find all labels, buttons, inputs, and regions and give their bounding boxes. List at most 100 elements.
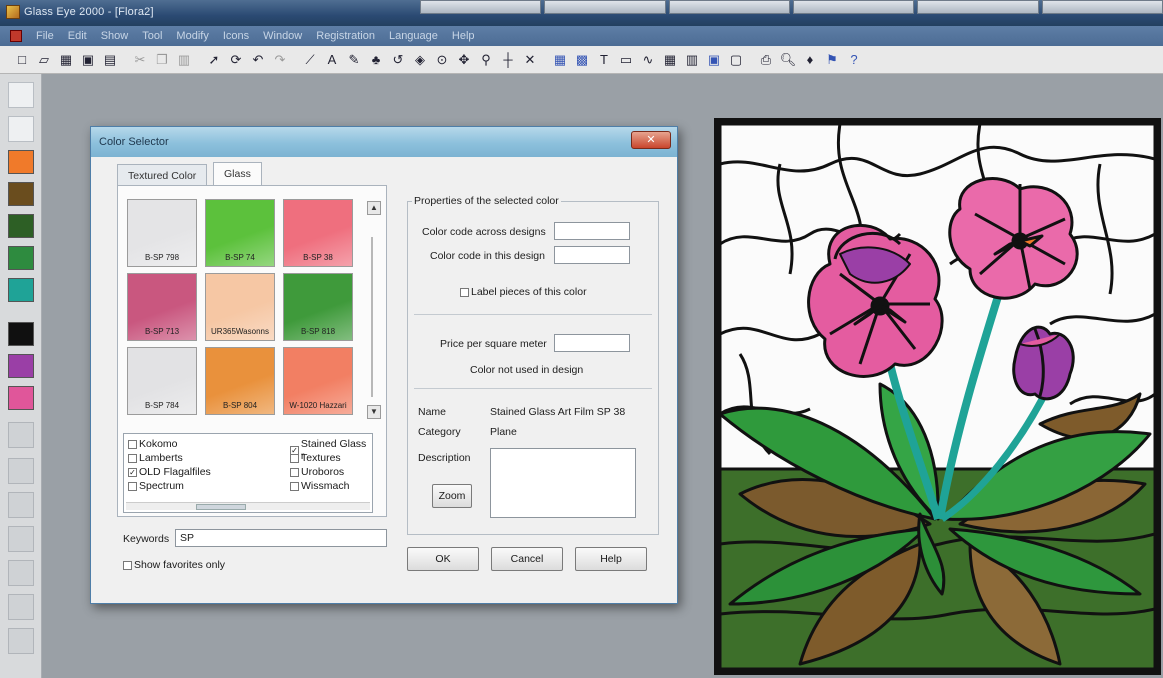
grid-icon[interactable]: ▦	[550, 50, 570, 70]
thumbnail[interactable]	[1041, 0, 1163, 14]
palette-empty-slot[interactable]	[8, 458, 34, 484]
palette-swatch-pink[interactable]	[8, 386, 34, 410]
scroll-up-button[interactable]: ▲	[367, 201, 381, 215]
ok-button[interactable]: OK	[407, 547, 479, 571]
glass-swatch[interactable]: B-SP 784	[127, 347, 197, 415]
new-icon[interactable]: □	[12, 50, 32, 70]
vertical-scrollbar[interactable]	[371, 237, 373, 397]
manufacturer-textures[interactable]: Textures	[290, 452, 341, 464]
palette-empty-slot[interactable]	[8, 526, 34, 552]
flag-icon[interactable]: ⚑	[822, 50, 842, 70]
menu-icons[interactable]: Icons	[223, 30, 249, 42]
palette-swatch-black[interactable]	[8, 322, 34, 346]
palette-swatch-dark-green[interactable]	[8, 214, 34, 238]
paste-icon[interactable]: ▥	[174, 50, 194, 70]
move-icon[interactable]: ✥	[454, 50, 474, 70]
menu-file[interactable]: File	[36, 30, 54, 42]
glass-swatch[interactable]: W-1020 Hazzari	[283, 347, 353, 415]
pencil-icon[interactable]: ✎	[344, 50, 364, 70]
palette-swatch-orange[interactable]	[8, 150, 34, 174]
menu-modify[interactable]: Modify	[176, 30, 208, 42]
table-icon[interactable]: ▦	[660, 50, 680, 70]
glass-swatch[interactable]: B-SP 798	[127, 199, 197, 267]
thumbnail[interactable]	[668, 0, 790, 14]
printer-icon[interactable]: ⎙	[756, 50, 776, 70]
checkbox[interactable]	[290, 467, 299, 477]
code-across-input[interactable]	[554, 222, 630, 240]
checkbox[interactable]	[290, 481, 299, 491]
open-icon[interactable]: ▱	[34, 50, 54, 70]
pointer-icon[interactable]: ➚	[204, 50, 224, 70]
scroll-down-button[interactable]: ▼	[367, 405, 381, 419]
palette-empty-slot[interactable]	[8, 594, 34, 620]
palette-swatch-green[interactable]	[8, 246, 34, 270]
palette-blank[interactable]	[8, 116, 34, 142]
menu-language[interactable]: Language	[389, 30, 438, 42]
paint-icon[interactable]: ♣	[366, 50, 386, 70]
document-icon[interactable]	[10, 30, 22, 42]
measure-icon[interactable]: ∿	[638, 50, 658, 70]
manufacturer-kokomo[interactable]: Kokomo	[128, 438, 178, 450]
rotate-icon[interactable]: ⟳	[226, 50, 246, 70]
color-icon[interactable]: ♦	[800, 50, 820, 70]
menu-registration[interactable]: Registration	[316, 30, 375, 42]
show-favorites-checkbox[interactable]: Show favorites only	[123, 559, 225, 571]
glass-swatch[interactable]: B-SP 713	[127, 273, 197, 341]
cross-icon[interactable]: ┼	[498, 50, 518, 70]
pattern-icon[interactable]: ▣	[704, 50, 724, 70]
glass-swatch[interactable]: B-SP 74	[205, 199, 275, 267]
zoom-button[interactable]: Zoom	[432, 484, 472, 508]
target-icon[interactable]: ⊙	[432, 50, 452, 70]
layers-icon[interactable]: ▥	[682, 50, 702, 70]
glass-swatch[interactable]: B-SP 38	[283, 199, 353, 267]
code-in-design-input[interactable]	[554, 246, 630, 264]
close-button[interactable]: ✕	[631, 131, 671, 149]
grid2-icon[interactable]: ▩	[572, 50, 592, 70]
menu-help[interactable]: Help	[452, 30, 475, 42]
thumbnail[interactable]	[420, 0, 542, 14]
description-textarea[interactable]	[490, 448, 636, 518]
label-pieces-checkbox[interactable]: Label pieces of this color	[460, 286, 587, 298]
checkbox[interactable]	[128, 439, 137, 449]
menu-window[interactable]: Window	[263, 30, 302, 42]
help-icon[interactable]: ?	[844, 50, 864, 70]
menu-tool[interactable]: Tool	[142, 30, 162, 42]
glass-swatch[interactable]: UR365Wasonns	[205, 273, 275, 341]
rect-icon[interactable]: ▭	[616, 50, 636, 70]
preview-icon[interactable]: 🔍︎	[778, 50, 798, 70]
help-button[interactable]: Help	[575, 547, 647, 571]
anchor-icon[interactable]: ⚲	[476, 50, 496, 70]
checkbox[interactable]	[290, 453, 299, 463]
undo-icon[interactable]: ↶	[248, 50, 268, 70]
text-icon[interactable]: A	[322, 50, 342, 70]
line-icon[interactable]: ⟋	[300, 50, 320, 70]
delete-icon[interactable]: ✕	[520, 50, 540, 70]
rotate-left-icon[interactable]: ↺	[388, 50, 408, 70]
palette-swatch-teal[interactable]	[8, 278, 34, 302]
text-tool-icon[interactable]: T	[594, 50, 614, 70]
manufacturer-wissmach[interactable]: Wissmach	[290, 480, 349, 492]
palette-empty-slot[interactable]	[8, 560, 34, 586]
palette-swatch-brown[interactable]	[8, 182, 34, 206]
palette-blank[interactable]	[8, 82, 34, 108]
thumbnail[interactable]	[917, 0, 1039, 14]
thumbnail[interactable]	[544, 0, 666, 14]
manufacturer-old-flagalfiles[interactable]: ✓ OLD Flagalfiles	[128, 466, 211, 478]
print-icon[interactable]: ▦	[56, 50, 76, 70]
design-canvas[interactable]	[714, 118, 1161, 675]
save-all-icon[interactable]: ▤	[100, 50, 120, 70]
palette-empty-slot[interactable]	[8, 628, 34, 654]
cut-icon[interactable]: ✂	[130, 50, 150, 70]
horizontal-scrollbar[interactable]	[126, 502, 370, 510]
menu-show[interactable]: Show	[101, 30, 129, 42]
palette-swatch-purple[interactable]	[8, 354, 34, 378]
palette-empty-slot[interactable]	[8, 492, 34, 518]
frame-icon[interactable]: ▢	[726, 50, 746, 70]
palette-empty-slot[interactable]	[8, 422, 34, 448]
redo-icon[interactable]: ↷	[270, 50, 290, 70]
glass-swatch[interactable]: B-SP 804	[205, 347, 275, 415]
thumbnail[interactable]	[792, 0, 915, 14]
checkbox[interactable]: ✓	[128, 467, 137, 477]
tab-glass[interactable]: Glass	[213, 162, 262, 186]
keywords-input[interactable]: SP	[175, 529, 387, 547]
